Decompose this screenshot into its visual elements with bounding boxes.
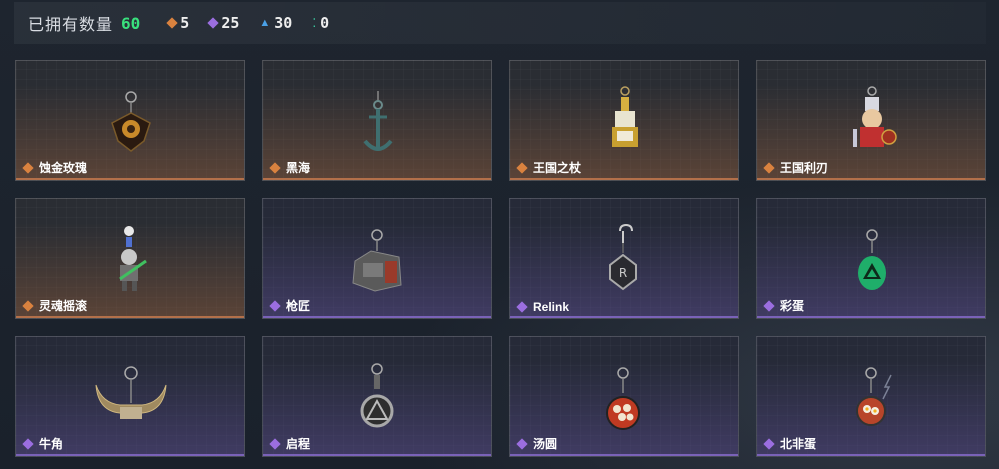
charm-card[interactable]: R Relink [509,198,739,319]
charm-name-label: 枪匠 [286,299,311,313]
stat-blue: ▲ 30 [259,14,292,32]
orange-rarity-icon [516,161,528,174]
charm-name-label: Relink [533,300,570,314]
charm-name-label: 蚀金玫瑰 [39,161,88,175]
charm-name: 黑海 [269,159,311,176]
charm-name-label: 灵魂摇滚 [39,299,88,313]
charm-name: 灵魂摇滚 [22,297,88,314]
charm-card[interactable]: 彩蛋 [756,198,986,319]
charm-name-label: 王国之杖 [533,161,582,175]
charm-name: 牛角 [22,435,64,452]
green-rarity-icon: ⁚ [312,16,317,30]
charm-name: 枪匠 [269,297,311,314]
charm-name-label: 北非蛋 [780,437,817,451]
orange-rarity-icon [22,299,34,312]
charm-name: 启程 [269,435,311,452]
charm-card[interactable]: 灵魂摇滚 [15,198,245,319]
stat-blue-value: 30 [274,14,293,32]
purple-rarity-icon [516,301,528,313]
charm-name: 王国利刃 [763,159,829,176]
stat-orange: 5 [166,14,190,32]
charm-name: 汤圆 [516,435,558,452]
charm-name-label: 王国利刃 [780,161,829,175]
charm-card[interactable]: 汤圆 [509,336,739,457]
charm-card[interactable]: 蚀金玫瑰 [15,60,245,181]
purple-rarity-icon [207,17,219,29]
charm-name-label: 牛角 [39,437,64,451]
charm-card[interactable]: 黑海 [262,60,492,181]
stat-orange-value: 5 [180,14,190,32]
charm-name-label: 黑海 [286,161,311,175]
orange-rarity-icon [269,161,281,174]
blue-rarity-icon: ▲ [259,17,271,29]
charm-card[interactable]: 王国利刃 [756,60,986,181]
charm-name: 北非蛋 [763,435,817,452]
charm-name: 彩蛋 [763,297,805,314]
purple-rarity-icon [763,437,775,450]
svg-text:R: R [619,266,627,280]
charm-card[interactable]: 王国之杖 [509,60,739,181]
purple-rarity-icon [269,299,281,312]
charm-card[interactable]: 北非蛋 [756,336,986,457]
stat-green-value: 0 [320,14,330,32]
charm-name: Relink [516,300,570,314]
owned-count-value: 60 [121,13,141,33]
collection-header: 已拥有数量 60 5 25 ▲ 30 ⁚ 0 [14,2,986,44]
charm-name-label: 启程 [286,437,311,451]
stat-purple: 25 [207,14,240,32]
charm-card[interactable]: 启程 [262,336,492,457]
orange-rarity-icon [166,17,178,29]
purple-rarity-icon [516,437,528,450]
orange-rarity-icon [22,161,34,174]
charm-name-label: 彩蛋 [780,299,805,313]
owned-count-label: 已拥有数量 [28,17,114,34]
charm-card[interactable]: 枪匠 [262,198,492,319]
purple-rarity-icon [763,299,775,312]
charm-name-label: 汤圆 [533,437,558,451]
charm-name: 蚀金玫瑰 [22,159,88,176]
charm-card[interactable]: 牛角 [15,336,245,457]
stat-purple-value: 25 [221,14,240,32]
stat-green: ⁚ 0 [312,14,329,32]
charm-name: 王国之杖 [516,159,582,176]
orange-rarity-icon [763,161,775,174]
purple-rarity-icon [22,437,34,450]
purple-rarity-icon [269,437,281,450]
